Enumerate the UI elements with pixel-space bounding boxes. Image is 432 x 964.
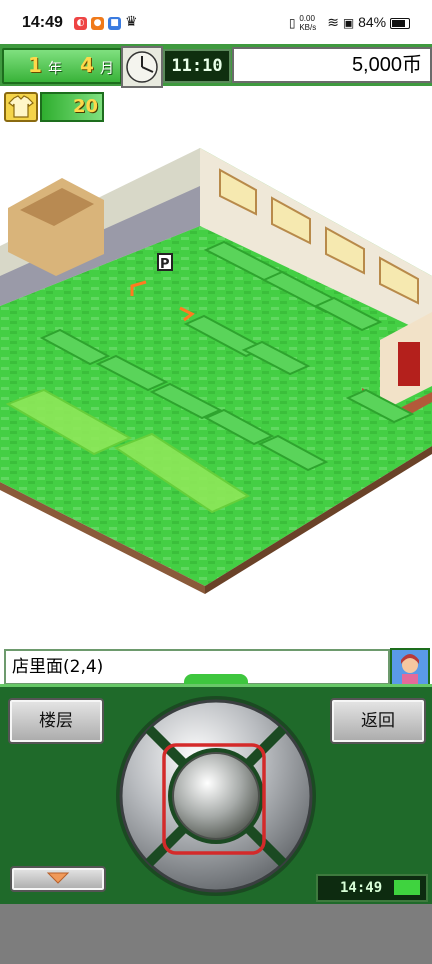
- direction-pad[interactable]: [114, 694, 318, 898]
- status-right: ▯ 0.00 KB/s ≋ ▣ 84%: [289, 14, 410, 32]
- crown-icon: ♛: [125, 14, 138, 30]
- chevron-down-icon: [46, 872, 70, 884]
- scroll-down-button[interactable]: [10, 866, 106, 892]
- sim-icon: ▣: [342, 16, 355, 30]
- navigation-bar: [0, 904, 432, 964]
- notification-app-icon: ◐: [74, 17, 87, 30]
- wifi-icon: ≋: [327, 14, 339, 30]
- money-display: 5,000币: [232, 47, 432, 83]
- month-unit: 月: [100, 61, 114, 77]
- back-button[interactable]: 返回: [330, 698, 426, 744]
- month-value: 4: [80, 53, 94, 77]
- date-display: 1 年 4 月: [2, 48, 122, 84]
- center-button[interactable]: [172, 752, 260, 840]
- battery-icon: [390, 17, 410, 29]
- vibrate-icon: ▯: [288, 16, 296, 30]
- money-value: 5,000币: [351, 54, 422, 76]
- status-bar: 14:49 ◐ ● ■ ♛ ▯ 0.00 KB/s ≋ ▣ 84%: [0, 0, 432, 46]
- notification-app-icon: ●: [91, 17, 104, 30]
- door: [398, 342, 420, 386]
- notification-app-icon: ■: [108, 17, 121, 30]
- location-text: 店里面(2,4): [12, 657, 104, 677]
- floor-button[interactable]: 楼层: [8, 698, 104, 744]
- battery-percent: 84%: [358, 14, 387, 30]
- year-value: 1: [28, 53, 42, 77]
- svg-text:P: P: [160, 257, 170, 272]
- game-scene[interactable]: P: [0, 86, 432, 646]
- status-time: 14:49: [22, 14, 63, 31]
- year-unit: 年: [48, 61, 62, 77]
- panel-clock-text: 14:49: [340, 880, 383, 896]
- battery-icon: [394, 880, 420, 895]
- game-time: 11:10: [163, 49, 231, 83]
- clock-icon: [121, 46, 163, 88]
- network-speed: 0.00 KB/s: [299, 14, 317, 33]
- parking-marker-icon: P: [157, 253, 173, 272]
- staff-avatar[interactable]: [390, 648, 430, 688]
